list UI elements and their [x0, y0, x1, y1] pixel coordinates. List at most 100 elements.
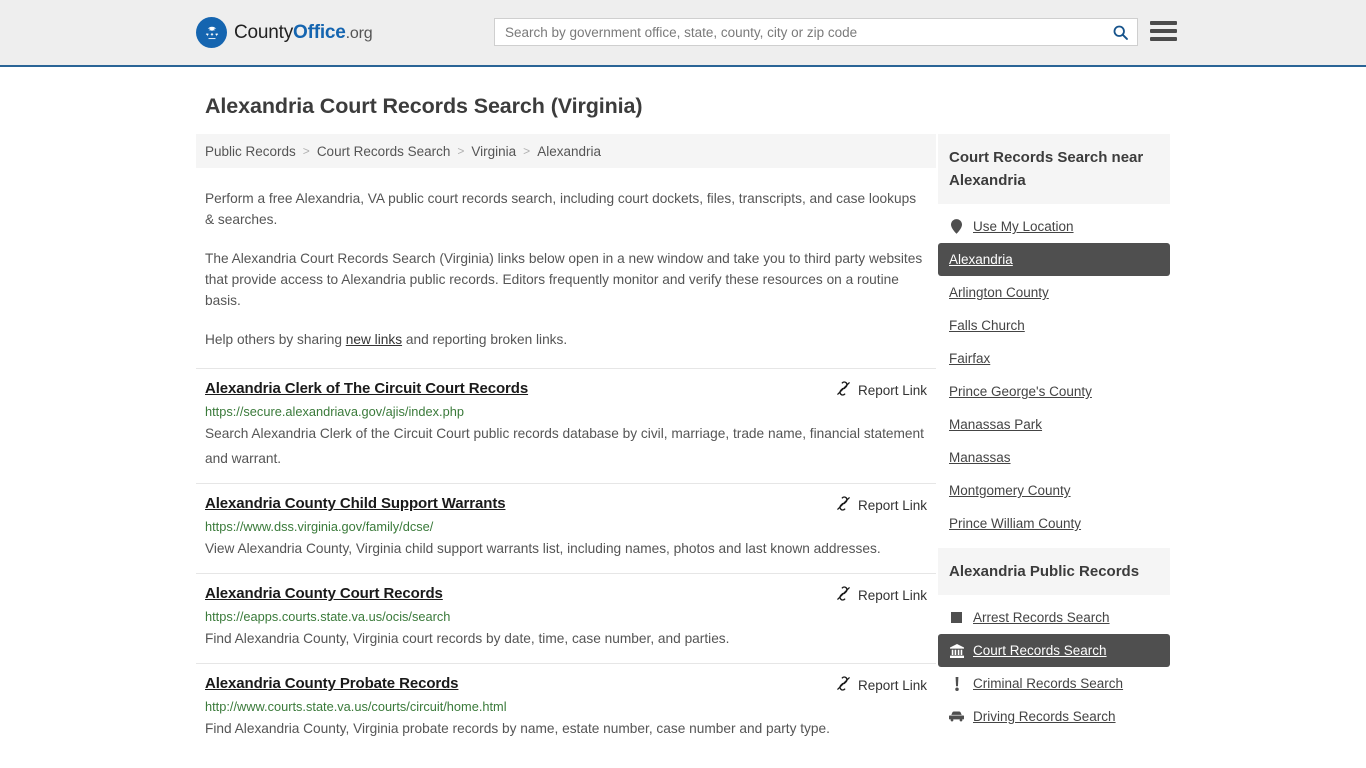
report-link-label: Report Link [857, 382, 927, 398]
breadcrumb-separator: > [523, 144, 531, 158]
intro-paragraph-2: The Alexandria Court Records Search (Vir… [205, 251, 923, 308]
search-bar[interactable] [494, 18, 1138, 46]
courthouse-icon [949, 643, 964, 658]
eagle-seal-icon [196, 17, 227, 48]
nearby-item-label: Fairfax [949, 351, 991, 366]
nearby-list: Use My Location Alexandria Arlington Count… [938, 210, 1170, 540]
record-item-court-records-search[interactable]: Court Records Search [938, 634, 1170, 667]
intro-section: Perform a free Alexandria, VA public cou… [196, 188, 936, 350]
result-url: https://www.dss.virginia.gov/family/dcse… [205, 519, 434, 534]
menu-bar-3 [1150, 37, 1177, 41]
exclamation-icon [949, 676, 964, 691]
result-header: Alexandria County Child Support Warrants… [205, 495, 927, 514]
new-links-link[interactable]: new links [346, 332, 402, 347]
broken-link-icon [837, 586, 850, 601]
result-url: https://eapps.courts.state.va.us/ocis/se… [205, 609, 451, 624]
result-title-link[interactable]: Alexandria County Court Records [205, 585, 443, 602]
record-item-label: Arrest Records Search [973, 610, 1110, 625]
nearby-item-montgomery-county[interactable]: Montgomery County [938, 474, 1170, 507]
result-header: Alexandria Clerk of The Circuit Court Re… [205, 380, 927, 399]
record-item-criminal-records-search[interactable]: Criminal Records Search [938, 667, 1170, 700]
nearby-item-label: Prince William County [949, 516, 1082, 531]
breadcrumb-item-alexandria[interactable]: Alexandria [537, 144, 601, 159]
sidebar: Court Records Search near Alexandria Use… [938, 134, 1170, 753]
nearby-item-alexandria[interactable]: Alexandria [938, 243, 1170, 276]
result-item: Alexandria County Court Records Report Li… [196, 573, 936, 663]
result-description: Search Alexandria Clerk of the Circuit C… [205, 426, 924, 466]
record-item-label: Driving Records Search [973, 709, 1116, 724]
menu-bar-2 [1150, 29, 1177, 33]
nearby-item-label: Use My Location [973, 219, 1074, 234]
page-body: Alexandria Court Records Search (Virgini… [0, 94, 1366, 753]
menu-bar-1 [1150, 21, 1177, 25]
search-input[interactable] [495, 19, 1103, 45]
result-description: Find Alexandria County, Virginia probate… [205, 721, 830, 736]
nearby-item-label: Prince George's County [949, 384, 1092, 399]
result-url: https://secure.alexandriava.gov/ajis/ind… [205, 404, 464, 419]
intro-paragraph-3-post: and reporting broken links. [402, 332, 568, 347]
intro-paragraph-3: Help others by sharing new links and rep… [205, 329, 927, 350]
intro-paragraph-1: Perform a free Alexandria, VA public cou… [205, 191, 917, 227]
result-title-link[interactable]: Alexandria County Child Support Warrants [205, 495, 506, 512]
result-item: Alexandria Clerk of The Circuit Court Re… [196, 368, 936, 483]
logo-text-office: Office [293, 21, 346, 43]
result-title-link[interactable]: Alexandria Clerk of The Circuit Court Re… [205, 380, 528, 397]
report-link-button[interactable]: Report Link [836, 381, 927, 399]
nearby-item-manassas-park[interactable]: Manassas Park [938, 408, 1170, 441]
public-records-panel-title: Alexandria Public Records [938, 548, 1170, 595]
nearby-item-label: Alexandria [949, 252, 1013, 267]
main-column: Public Records > Court Records Search > … [196, 134, 936, 753]
nearby-item-fairfax[interactable]: Fairfax [938, 342, 1170, 375]
broken-link-icon [836, 676, 851, 694]
result-header: Alexandria County Probate Records Report … [205, 675, 927, 694]
search-button[interactable] [1103, 19, 1137, 45]
logo-text-county: County [234, 21, 294, 43]
breadcrumb-separator: > [457, 144, 465, 158]
report-link-button[interactable]: Report Link [836, 676, 927, 694]
nearby-item-arlington-county[interactable]: Arlington County [938, 276, 1170, 309]
broken-link-icon [837, 676, 850, 691]
record-item-driving-records-search[interactable]: Driving Records Search [938, 700, 1170, 733]
public-records-panel: Alexandria Public Records Arrest Records… [938, 548, 1170, 733]
car-icon [949, 711, 964, 722]
nearby-item-prince-william-county[interactable]: Prince William County [938, 507, 1170, 540]
result-header: Alexandria County Court Records Report Li… [205, 585, 927, 604]
report-link-label: Report Link [857, 497, 927, 513]
hamburger-menu-icon[interactable] [1150, 19, 1177, 43]
record-item-label: Court Records Search [973, 643, 1107, 658]
fingerprint-square-icon [949, 612, 964, 623]
broken-link-icon [837, 381, 850, 396]
nearby-panel-title: Court Records Search near Alexandria [938, 134, 1170, 204]
result-description: Find Alexandria County, Virginia court r… [205, 631, 730, 646]
record-item-label: Criminal Records Search [973, 676, 1124, 691]
breadcrumb-item-virginia[interactable]: Virginia [471, 144, 516, 159]
breadcrumb-item-court-records-search[interactable]: Court Records Search [317, 144, 451, 159]
broken-link-icon [836, 586, 851, 604]
nearby-item-falls-church[interactable]: Falls Church [938, 309, 1170, 342]
search-icon [1113, 25, 1128, 40]
logo-text-tld: .org [345, 24, 373, 42]
result-title-link[interactable]: Alexandria County Probate Records [205, 675, 459, 692]
nearby-item-label: Montgomery County [949, 483, 1071, 498]
nearby-item-manassas[interactable]: Manassas [938, 441, 1170, 474]
public-records-list: Arrest Records Search Court Records Searc… [938, 601, 1170, 733]
page-title: Alexandria Court Records Search (Virgini… [205, 94, 643, 118]
nearby-panel: Court Records Search near Alexandria Use… [938, 134, 1170, 540]
report-link-button[interactable]: Report Link [836, 586, 927, 604]
nearby-item-label: Falls Church [949, 318, 1025, 333]
breadcrumb: Public Records > Court Records Search > … [196, 134, 936, 168]
nearby-item-use-my-location[interactable]: Use My Location [938, 210, 1170, 243]
nearby-item-prince-george-s-county[interactable]: Prince George's County [938, 375, 1170, 408]
result-item: Alexandria County Probate Records Report … [196, 663, 936, 753]
intro-paragraph-3-pre: Help others by sharing [205, 332, 346, 347]
report-link-button[interactable]: Report Link [836, 496, 927, 514]
broken-link-icon [836, 496, 851, 514]
map-pin-icon [949, 219, 964, 234]
result-item: Alexandria County Child Support Warrants… [196, 483, 936, 573]
broken-link-icon [837, 496, 850, 511]
breadcrumb-item-public-records[interactable]: Public Records [205, 144, 296, 159]
nearby-item-label: Arlington County [949, 285, 1049, 300]
site-logo-text: CountyOffice.org [234, 21, 373, 44]
record-item-arrest-records-search[interactable]: Arrest Records Search [938, 601, 1170, 634]
site-logo[interactable]: CountyOffice.org [196, 17, 373, 48]
